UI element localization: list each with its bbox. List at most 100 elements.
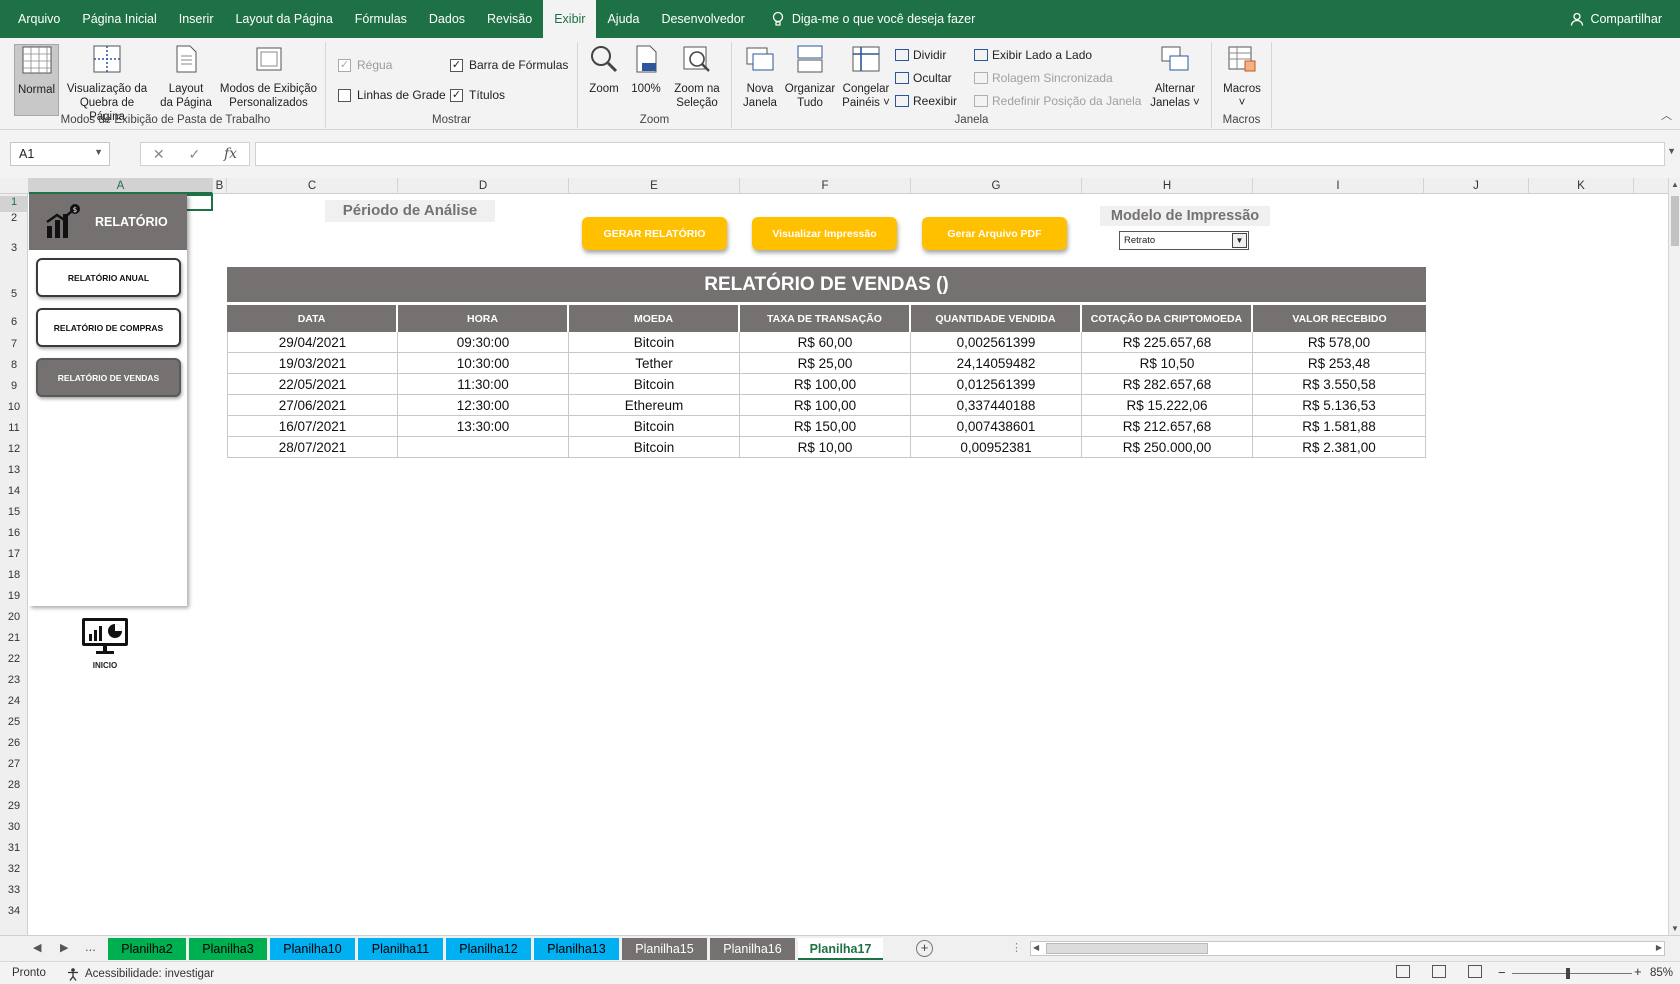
- tab-inserir[interactable]: Inserir: [168, 0, 225, 38]
- row-header[interactable]: 26: [0, 737, 28, 753]
- cell-date[interactable]: 29/04/2021: [227, 332, 398, 353]
- enter-icon[interactable]: ✓: [188, 146, 200, 163]
- row-header[interactable]: 9: [0, 380, 28, 396]
- row-header[interactable]: 25: [0, 716, 28, 732]
- normal-view-button[interactable]: Normal: [14, 44, 59, 116]
- row-header[interactable]: 2: [0, 212, 28, 228]
- cell-quote[interactable]: R$ 225.657,68: [1082, 332, 1253, 353]
- share-button[interactable]: Compartilhar: [1570, 0, 1680, 38]
- vertical-scroll-thumb[interactable]: [1671, 196, 1679, 246]
- cell-received[interactable]: R$ 3.550,58: [1253, 374, 1426, 395]
- row-header[interactable]: 13: [0, 464, 28, 480]
- tab-arquivo[interactable]: Arquivo: [0, 0, 71, 38]
- cell-fee[interactable]: R$ 100,00: [740, 374, 911, 395]
- sheet-tab-planilha3[interactable]: Planilha3: [189, 938, 267, 960]
- cell-quantity[interactable]: 0,337440188: [911, 395, 1082, 416]
- sheet-tab-planilha16[interactable]: Planilha16: [710, 938, 795, 960]
- formula-input[interactable]: [255, 142, 1665, 166]
- column-header-c[interactable]: C: [227, 178, 398, 194]
- sheet-tab-planilha17[interactable]: Planilha17: [798, 938, 883, 960]
- row-header[interactable]: 1: [0, 196, 28, 212]
- cell-fee[interactable]: R$ 100,00: [740, 395, 911, 416]
- cell-coin[interactable]: Bitcoin: [569, 374, 740, 395]
- row-header[interactable]: 19: [0, 590, 28, 606]
- sheet-tab-planilha11[interactable]: Planilha11: [358, 938, 443, 960]
- split-button[interactable]: Dividir: [895, 48, 946, 62]
- row-header[interactable]: 7: [0, 338, 28, 354]
- scroll-left-icon[interactable]: ◀: [1033, 943, 1039, 952]
- cell-quantity[interactable]: 0,012561399: [911, 374, 1082, 395]
- chevron-down-icon[interactable]: ▼: [1232, 233, 1247, 248]
- cell-coin[interactable]: Bitcoin: [569, 437, 740, 458]
- cell-quote[interactable]: R$ 212.657,68: [1082, 416, 1253, 437]
- switch-windows-button[interactable]: Alternar Janelas ˅: [1144, 44, 1206, 110]
- cell-quote[interactable]: R$ 10,50: [1082, 353, 1253, 374]
- cell-received[interactable]: R$ 2.381,00: [1253, 437, 1426, 458]
- cell-quote[interactable]: R$ 250.000,00: [1082, 437, 1253, 458]
- row-header[interactable]: 32: [0, 863, 28, 879]
- hide-button[interactable]: Ocultar: [895, 71, 952, 85]
- zoom-slider-knob[interactable]: [1566, 968, 1570, 979]
- column-header-f[interactable]: F: [740, 178, 911, 194]
- cell-received[interactable]: R$ 578,00: [1253, 332, 1426, 353]
- scroll-up-icon[interactable]: ▲: [1671, 180, 1679, 189]
- sheet-tab-planilha2[interactable]: Planilha2: [108, 938, 186, 960]
- page-layout-view-icon[interactable]: [1432, 965, 1446, 978]
- cell-time[interactable]: 12:30:00: [398, 395, 569, 416]
- tab-ajuda[interactable]: Ajuda: [596, 0, 650, 38]
- horizontal-scroll-thumb[interactable]: [1046, 943, 1208, 954]
- row-header[interactable]: 27: [0, 758, 28, 774]
- row-header[interactable]: 24: [0, 695, 28, 711]
- tab-formulas[interactable]: Fórmulas: [344, 0, 418, 38]
- column-header-d[interactable]: D: [398, 178, 569, 194]
- row-header[interactable]: 3: [0, 242, 28, 258]
- cell-fee[interactable]: R$ 60,00: [740, 332, 911, 353]
- cell-fee[interactable]: R$ 25,00: [740, 353, 911, 374]
- side-by-side-button[interactable]: Exibir Lado a Lado: [974, 48, 1092, 62]
- more-sheets-ellipsis[interactable]: ...: [85, 939, 96, 954]
- cell-fee[interactable]: R$ 10,00: [740, 437, 911, 458]
- cell-date[interactable]: 27/06/2021: [227, 395, 398, 416]
- generate-pdf-button[interactable]: Gerar Arquivo PDF: [922, 217, 1067, 250]
- row-header[interactable]: 5: [0, 288, 28, 304]
- cell-time[interactable]: 13:30:00: [398, 416, 569, 437]
- sheet-tab-planilha13[interactable]: Planilha13: [534, 938, 619, 960]
- cell-time[interactable]: 10:30:00: [398, 353, 569, 374]
- page-break-view-button[interactable]: Visualização da Quebra de Página: [62, 44, 152, 124]
- cell-coin[interactable]: Ethereum: [569, 395, 740, 416]
- tell-me-box[interactable]: Diga-me o que você deseja fazer: [772, 0, 975, 38]
- column-header-b[interactable]: B: [213, 178, 227, 194]
- zoom-selection-button[interactable]: Zoom na Seleção: [668, 44, 726, 110]
- cell-date[interactable]: 16/07/2021: [227, 416, 398, 437]
- row-header[interactable]: 11: [0, 422, 28, 438]
- row-header[interactable]: 22: [0, 653, 28, 669]
- cell-date[interactable]: 19/03/2021: [227, 353, 398, 374]
- row-header[interactable]: 10: [0, 401, 28, 417]
- cell-quantity[interactable]: 0,00952381: [911, 437, 1082, 458]
- new-window-button[interactable]: Nova Janela: [738, 44, 782, 110]
- tab-splitter-handle[interactable]: ⋮: [1011, 941, 1022, 954]
- scroll-right-icon[interactable]: ▶: [1656, 943, 1662, 952]
- cell-time[interactable]: [398, 437, 569, 458]
- home-button[interactable]: INICIO: [77, 616, 133, 670]
- gridlines-checkbox[interactable]: Linhas de Grade: [338, 88, 446, 102]
- column-header-i[interactable]: I: [1253, 178, 1424, 194]
- column-header-k[interactable]: K: [1529, 178, 1634, 194]
- row-header[interactable]: 17: [0, 548, 28, 564]
- insert-function-icon[interactable]: fx: [224, 146, 237, 162]
- zoom-button[interactable]: Zoom: [584, 44, 624, 96]
- row-header[interactable]: 20: [0, 611, 28, 627]
- sales-report-button[interactable]: RELATÓRIO DE VENDAS: [36, 358, 181, 397]
- zoom-out-icon[interactable]: −: [1498, 965, 1506, 980]
- tab-dados[interactable]: Dados: [418, 0, 476, 38]
- cancel-icon[interactable]: ✕: [153, 146, 165, 163]
- ruler-checkbox[interactable]: ✓ Régua: [338, 58, 392, 72]
- column-header-corner[interactable]: [0, 178, 29, 194]
- cell-received[interactable]: R$ 253,48: [1253, 353, 1426, 374]
- sheet-tab-planilha10[interactable]: Planilha10: [270, 938, 355, 960]
- zoom-in-icon[interactable]: +: [1634, 964, 1642, 979]
- page-break-view-icon[interactable]: [1468, 965, 1482, 978]
- row-header[interactable]: 33: [0, 884, 28, 900]
- custom-views-button[interactable]: Modos de Exibição Personalizados: [216, 44, 321, 110]
- cell-fee[interactable]: R$ 150,00: [740, 416, 911, 437]
